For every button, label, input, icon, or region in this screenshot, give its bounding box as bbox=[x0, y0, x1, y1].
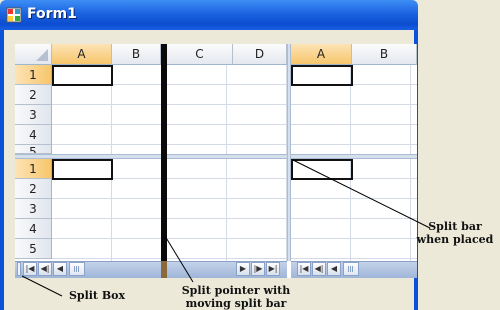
split-box-label: Split Box bbox=[68, 289, 126, 302]
split-pointer-label-line-2: moving split bar bbox=[185, 297, 287, 310]
split-pointer-leader-line bbox=[164, 235, 194, 283]
split-pointer-label-line-1: Split pointer with bbox=[181, 284, 291, 297]
annotation-lines bbox=[21, 159, 431, 297]
split-box-leader-line bbox=[21, 275, 63, 297]
split-bar-label-line-2: when placed bbox=[416, 233, 494, 246]
split-bar-label-line-1: Split bar bbox=[428, 220, 482, 233]
split-bar-leader-line bbox=[292, 159, 431, 229]
